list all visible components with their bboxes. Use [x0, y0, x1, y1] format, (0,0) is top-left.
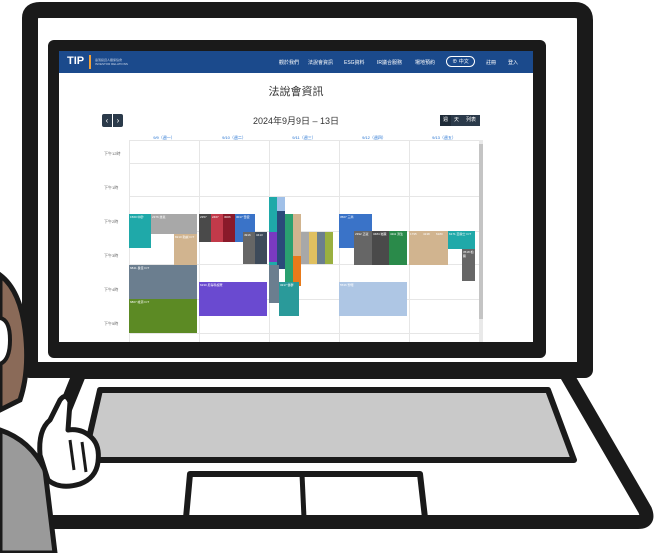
event-block[interactable] — [269, 265, 279, 303]
event-code: 5536 — [340, 283, 347, 287]
event-name: 聖暉 — [347, 283, 354, 287]
event-block[interactable]: 8210 勤誠 ICT — [174, 234, 197, 266]
event-block[interactable]: 3006 — [223, 214, 235, 242]
scrollbar-thumb[interactable] — [479, 144, 483, 319]
event-name: 奇鋐 — [243, 215, 250, 219]
event-name: 中砂 — [137, 215, 144, 219]
event-name: 長佳 ICT — [137, 266, 150, 270]
event-block[interactable]: 2392 正崴 — [354, 231, 372, 265]
event-block[interactable] — [301, 232, 309, 264]
event-block[interactable]: 3217 優群 — [279, 282, 299, 316]
nav-ir-service[interactable]: IR議合服務 — [377, 59, 402, 66]
event-code: 3507 — [340, 215, 347, 219]
event-code: 1560 — [130, 215, 137, 219]
view-day-button[interactable]: 天 — [451, 115, 462, 126]
event-block[interactable]: 6807 峰源 ICT — [129, 299, 197, 333]
time-label: 下午2時 — [104, 219, 119, 224]
event-code: 6171 — [449, 232, 456, 236]
nav-conference-info[interactable]: 法說會資訊 — [308, 59, 333, 66]
event-code: 6841 — [130, 266, 137, 270]
event-code: 4916 — [244, 233, 251, 237]
event-code: 2392 — [355, 232, 362, 236]
language-select[interactable]: ⊕ 中文 — [446, 56, 475, 67]
event-block[interactable]: 1795 — [409, 231, 422, 265]
register-link[interactable]: 註冊 — [486, 59, 496, 66]
event-block[interactable]: 6841 長佳 ICT — [129, 265, 197, 299]
event-block[interactable]: 3518 柏騰 — [462, 249, 475, 281]
event-name: 尼得科超眾 — [207, 283, 223, 287]
event-name: 正崴 — [362, 232, 369, 236]
event-code: 6230 — [200, 283, 207, 287]
page-title: 法說會資訊 — [268, 86, 324, 98]
event-block[interactable]: 6180 — [435, 231, 448, 265]
event-code: 3017 — [236, 215, 243, 219]
event-name: 濟生 — [397, 232, 404, 236]
event-code: 2467 — [212, 215, 219, 219]
event-block[interactable]: 2376 技嘉 — [151, 214, 197, 234]
login-link[interactable]: 登入 — [508, 59, 518, 66]
time-label: 下午3時 — [104, 253, 119, 258]
event-block[interactable] — [309, 232, 317, 264]
event-code: 3006 — [224, 215, 231, 219]
event-block[interactable]: 2357 — [199, 214, 211, 242]
event-code: 6180 — [436, 232, 443, 236]
grid-line — [129, 140, 479, 141]
grid-line — [129, 196, 479, 197]
event-block[interactable] — [269, 232, 277, 262]
event-name: 崧騰 — [380, 232, 387, 236]
event-block[interactable]: 4916 — [243, 232, 255, 264]
nav-about[interactable]: 觀於我們 — [279, 59, 299, 66]
event-block[interactable]: 3413 — [255, 232, 267, 264]
event-code: 3413 — [256, 233, 263, 237]
event-block[interactable] — [317, 232, 325, 264]
nav-esg[interactable]: ESG資料 — [344, 59, 365, 66]
event-block[interactable]: 6171 亞銳士 ICT — [448, 231, 475, 249]
event-code: 3217 — [280, 283, 287, 287]
logo-subtitle: 臺灣投資人關係協會 INVESTOR RELATIONS — [95, 58, 128, 66]
event-block[interactable] — [277, 211, 285, 269]
event-name: 峰源 ICT — [137, 300, 150, 304]
event-code: 4111 — [390, 232, 397, 236]
event-name: 勤誠 ICT — [182, 235, 195, 239]
event-block[interactable]: 3484 崧騰 — [372, 231, 389, 265]
event-block[interactable]: 2467 — [211, 214, 223, 242]
language-label: 中文 — [458, 59, 469, 65]
grid-line — [129, 333, 479, 334]
event-block[interactable] — [325, 232, 333, 264]
time-label: 下午1時 — [104, 185, 119, 190]
event-name: 技嘉 — [159, 215, 166, 219]
logo[interactable]: TIP — [67, 55, 84, 67]
time-label: 下午12時 — [104, 151, 121, 156]
event-code: 8210 — [175, 235, 182, 239]
event-block[interactable]: 5536 聖暉 — [339, 282, 407, 316]
logo-accent-bar — [89, 55, 91, 69]
view-list-button[interactable]: 列表 — [462, 115, 480, 126]
time-label: 下午5時 — [104, 321, 119, 326]
event-code: 3484 — [373, 232, 380, 236]
event-block[interactable]: 6230 尼得科超眾 — [199, 282, 267, 316]
event-block[interactable]: 4138 — [422, 231, 435, 265]
event-name: 優群 — [287, 283, 294, 287]
top-nav: TIP 臺灣投資人關係協會 INVESTOR RELATIONS 觀於我們 法說… — [59, 51, 533, 73]
event-name: 三商 — [347, 215, 354, 219]
event-block[interactable] — [293, 214, 301, 256]
time-label: 下午4時 — [104, 287, 119, 292]
event-code: 1795 — [410, 232, 417, 236]
event-block[interactable]: 4111 濟生 — [389, 231, 407, 265]
event-block[interactable]: 1560 中砂 — [129, 214, 151, 248]
event-code: 6807 — [130, 300, 137, 304]
event-name: 亞銳士 ICT — [456, 232, 472, 236]
nav-venue-booking[interactable]: 場地預約 — [415, 59, 435, 66]
view-week-button[interactable]: 週 — [440, 115, 451, 126]
event-code: 4138 — [423, 232, 430, 236]
grid-line — [129, 163, 479, 164]
event-block[interactable] — [285, 214, 293, 286]
event-code: 2376 — [152, 215, 159, 219]
event-code: 2357 — [200, 215, 207, 219]
screen: TIP 臺灣投資人關係協會 INVESTOR RELATIONS 觀於我們 法說… — [59, 51, 533, 342]
